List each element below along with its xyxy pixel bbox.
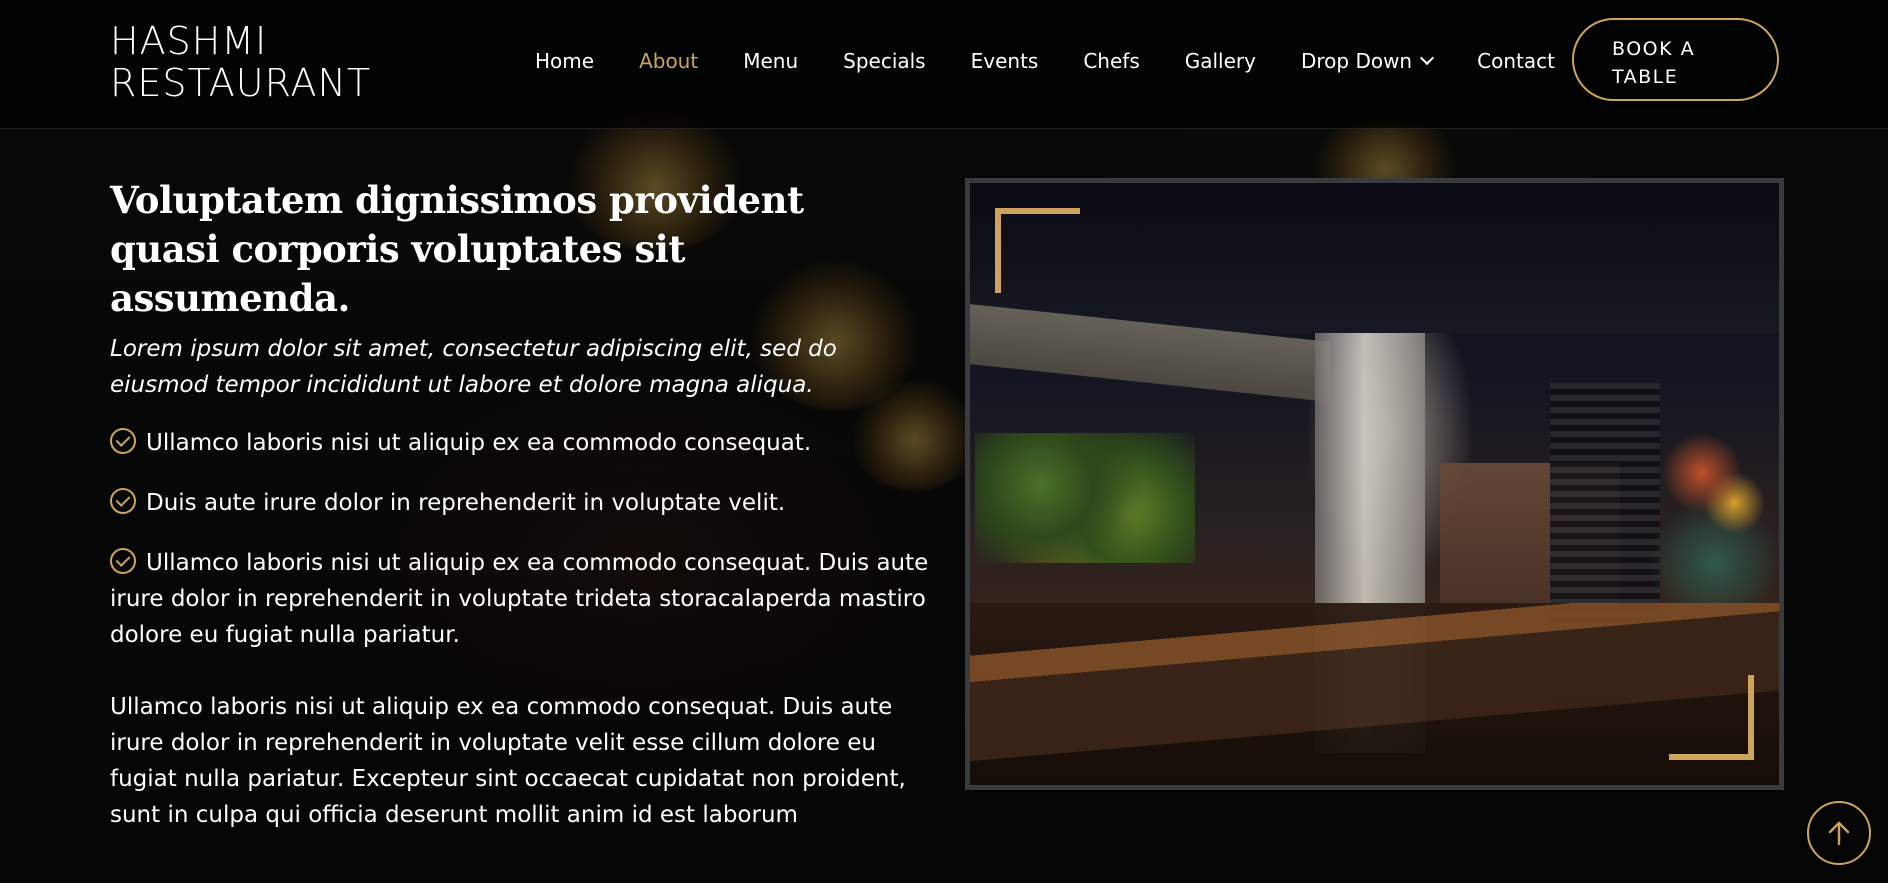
nav-item-specials[interactable]: Specials (843, 49, 925, 73)
nav-item-gallery[interactable]: Gallery (1185, 49, 1256, 73)
about-heading: Voluptatem dignissimos provident quasi c… (110, 178, 804, 320)
nav-item-label: Specials (843, 49, 926, 73)
nav-item-label: Events (970, 49, 1039, 73)
nav-item-label: Home (535, 49, 595, 73)
nav-item-menu[interactable]: Menu (743, 49, 798, 73)
nav-item-contact[interactable]: Contact (1477, 49, 1555, 73)
book-table-button[interactable]: BOOK A TABLE (1572, 18, 1779, 101)
arrow-up-icon (1828, 821, 1850, 846)
restaurant-image (965, 178, 1784, 790)
checklist-item-text: Ullamco laboris nisi ut aliquip ex ea co… (110, 550, 929, 648)
logo[interactable]: HASHMI RESTAURANT (110, 20, 410, 104)
nav-item-label: About (639, 49, 699, 73)
checklist-item: Duis aute irure dolor in reprehenderit i… (110, 485, 930, 521)
nav-item-home[interactable]: Home (535, 49, 594, 73)
feature-checklist: Ullamco laboris nisi ut aliquip ex ea co… (110, 425, 950, 653)
photo-plants (975, 433, 1195, 563)
nav-item-chefs[interactable]: Chefs (1083, 49, 1139, 73)
check-circle-icon (110, 428, 136, 454)
nav-item-events[interactable]: Events (971, 49, 1039, 73)
about-paragraph: Ullamco laboris nisi ut aliquip ex ea co… (110, 694, 906, 828)
check-circle-icon (110, 548, 136, 574)
chevron-down-icon (1420, 50, 1435, 66)
checklist-item-text: Ullamco laboris nisi ut aliquip ex ea co… (146, 430, 812, 456)
main-nav: Home About Menu Specials Events Chefs Ga… (535, 49, 1555, 73)
nav-item-about[interactable]: About (639, 49, 698, 73)
corner-bracket-top-left (995, 208, 1080, 293)
corner-bracket-bottom-right (1669, 675, 1754, 760)
restaurant-photo (970, 183, 1779, 785)
site-header: HASHMI RESTAURANT Home About Menu Specia… (0, 0, 1888, 129)
about-subtitle: Lorem ipsum dolor sit amet, consectetur … (110, 336, 837, 398)
back-to-top-button[interactable] (1807, 801, 1871, 865)
check-circle-icon (110, 488, 136, 514)
checklist-item: Ullamco laboris nisi ut aliquip ex ea co… (110, 425, 930, 461)
nav-item-label: Gallery (1184, 49, 1256, 73)
nav-item-label: Menu (743, 49, 799, 73)
photo-tables (970, 603, 1779, 785)
checklist-item: Ullamco laboris nisi ut aliquip ex ea co… (110, 545, 930, 653)
about-content: Voluptatem dignissimos provident quasi c… (110, 176, 950, 833)
nav-item-label: Contact (1477, 49, 1555, 73)
page: HASHMI RESTAURANT Home About Menu Specia… (0, 0, 1888, 883)
checklist-item-text: Duis aute irure dolor in reprehenderit i… (146, 490, 786, 516)
nav-item-drop-down[interactable]: Drop Down (1300, 49, 1435, 73)
nav-item-label: Chefs (1083, 49, 1140, 73)
photo-flowers (1650, 413, 1779, 613)
photo-ceiling (970, 183, 1779, 333)
nav-item-label: Drop Down (1300, 49, 1413, 73)
